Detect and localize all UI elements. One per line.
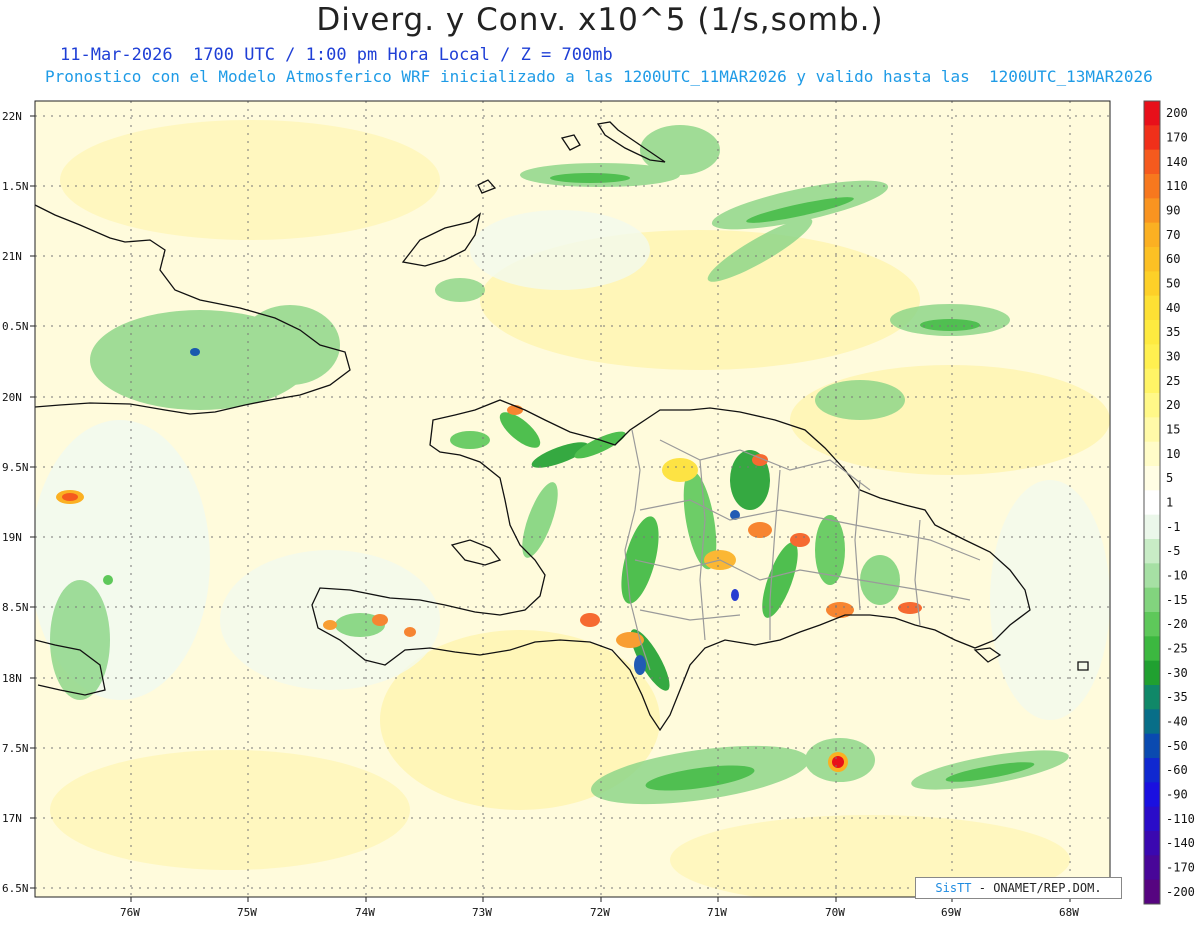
colorbar-label: -40 bbox=[1166, 715, 1188, 729]
colorbar-swatch bbox=[1144, 660, 1160, 686]
lat-label: 9.5N bbox=[2, 461, 29, 474]
colorbar-label: 10 bbox=[1166, 447, 1180, 461]
colorbar-label: -35 bbox=[1166, 690, 1188, 704]
colorbar-label: -30 bbox=[1166, 666, 1188, 680]
colorbar: 200 170 140 110 90 70 60 50 40 35 30 25 20 15 10 5 1 -1 -5… bbox=[1143, 100, 1195, 905]
colorbar-label: -60 bbox=[1166, 763, 1188, 777]
credit-text: - ONAMET/REP.DOM. bbox=[971, 881, 1102, 895]
colorbar-label: -140 bbox=[1166, 836, 1195, 850]
colorbar-swatch bbox=[1144, 247, 1160, 272]
colorbar-label: -15 bbox=[1166, 593, 1188, 607]
lon-label: 72W bbox=[590, 906, 610, 919]
colorbar-swatch bbox=[1144, 393, 1160, 418]
forecast-map: 22N 1.5N 21N 0.5N 20N 9.5N 19N 8.5N 18N … bbox=[2, 100, 1195, 919]
lon-label: 73W bbox=[472, 906, 492, 919]
longitude-labels: 76W 75W 74W 73W 72W 71W 70W 69W 68W bbox=[120, 906, 1079, 919]
colorbar-label: -1 bbox=[1166, 520, 1180, 534]
colorbar-label: 50 bbox=[1166, 277, 1180, 291]
lat-label: 17N bbox=[2, 812, 22, 825]
colorbar-swatch bbox=[1144, 198, 1160, 224]
colorbar-label: 70 bbox=[1166, 228, 1180, 242]
colorbar-swatch bbox=[1144, 855, 1160, 881]
lat-label: 21N bbox=[2, 250, 22, 263]
colorbar-swatch bbox=[1144, 466, 1160, 491]
colorbar-swatch bbox=[1144, 417, 1160, 443]
colorbar-label: -20 bbox=[1166, 617, 1188, 631]
colorbar-swatch bbox=[1144, 295, 1160, 321]
colorbar-label: 40 bbox=[1166, 301, 1180, 315]
colorbar-swatch bbox=[1144, 733, 1160, 759]
colorbar-label: 140 bbox=[1166, 155, 1188, 169]
colorbar-swatch bbox=[1144, 539, 1160, 564]
lon-label: 69W bbox=[941, 906, 961, 919]
colorbar-swatch bbox=[1144, 758, 1160, 783]
colorbar-label: 60 bbox=[1166, 252, 1180, 266]
colorbar-label: -25 bbox=[1166, 642, 1188, 656]
colorbar-label: 35 bbox=[1166, 325, 1180, 339]
colorbar-label: 5 bbox=[1166, 471, 1173, 485]
lon-label: 70W bbox=[825, 906, 845, 919]
sistt-logo: SisTT bbox=[935, 881, 972, 895]
colorbar-label: 1 bbox=[1166, 496, 1173, 510]
colorbar-label: -110 bbox=[1166, 812, 1195, 826]
colorbar-swatch bbox=[1144, 320, 1160, 345]
colorbar-swatch bbox=[1144, 612, 1160, 637]
colorbar-swatch bbox=[1144, 490, 1160, 516]
colorbar-label: 20 bbox=[1166, 398, 1180, 412]
colorbar-label: -90 bbox=[1166, 788, 1188, 802]
colorbar-label: -10 bbox=[1166, 569, 1188, 583]
lat-label: 19N bbox=[2, 531, 22, 544]
colorbar-label: -5 bbox=[1166, 544, 1180, 558]
lat-label: 20N bbox=[2, 391, 22, 404]
lat-label: 6.5N bbox=[2, 882, 29, 895]
lat-label: 18N bbox=[2, 672, 22, 685]
lon-label: 74W bbox=[355, 906, 375, 919]
colorbar-label: 90 bbox=[1166, 204, 1180, 218]
colorbar-swatch bbox=[1144, 344, 1160, 370]
credit-box: SisTT - ONAMET/REP.DOM. bbox=[915, 877, 1122, 899]
colorbar-swatch bbox=[1144, 685, 1160, 710]
colorbar-swatch bbox=[1144, 831, 1160, 856]
lat-label: 22N bbox=[2, 110, 22, 123]
lat-label: 0.5N bbox=[2, 320, 29, 333]
lat-label: 8.5N bbox=[2, 601, 29, 614]
colorbar-label: 30 bbox=[1166, 350, 1180, 364]
colorbar-label: 170 bbox=[1166, 131, 1188, 145]
colorbar-swatch bbox=[1144, 222, 1160, 248]
colorbar-swatch bbox=[1144, 125, 1160, 151]
lon-label: 75W bbox=[237, 906, 257, 919]
colorbar-swatch bbox=[1144, 587, 1160, 613]
colorbar-label: 200 bbox=[1166, 106, 1188, 120]
colorbar-label: -170 bbox=[1166, 861, 1195, 875]
colorbar-label: -200 bbox=[1166, 885, 1195, 899]
colorbar-label: 110 bbox=[1166, 179, 1188, 193]
colorbar-swatch bbox=[1144, 271, 1160, 297]
colorbar-swatch bbox=[1144, 806, 1160, 832]
lon-label: 68W bbox=[1059, 906, 1079, 919]
colorbar-label: -50 bbox=[1166, 739, 1188, 753]
colorbar-swatch bbox=[1144, 514, 1160, 540]
latitude-ticks bbox=[30, 115, 35, 889]
colorbar-swatch bbox=[1144, 101, 1160, 126]
lon-label: 71W bbox=[707, 906, 727, 919]
colorbar-swatch bbox=[1144, 709, 1160, 735]
latitude-labels: 22N 1.5N 21N 0.5N 20N 9.5N 19N 8.5N 18N … bbox=[2, 110, 29, 895]
colorbar-swatch bbox=[1144, 879, 1160, 905]
lat-label: 7.5N bbox=[2, 742, 29, 755]
colorbar-swatch bbox=[1144, 782, 1160, 808]
colorbar-swatch bbox=[1144, 149, 1160, 175]
colorbar-label: 15 bbox=[1166, 423, 1180, 437]
divergence-field bbox=[35, 101, 1110, 897]
colorbar-swatch bbox=[1144, 563, 1160, 589]
lat-label: 1.5N bbox=[2, 180, 29, 193]
lon-label: 76W bbox=[120, 906, 140, 919]
colorbar-swatch bbox=[1144, 368, 1160, 394]
colorbar-swatch bbox=[1144, 441, 1160, 467]
colorbar-label: 25 bbox=[1166, 374, 1180, 388]
colorbar-swatch bbox=[1144, 636, 1160, 662]
colorbar-swatch bbox=[1144, 174, 1160, 199]
